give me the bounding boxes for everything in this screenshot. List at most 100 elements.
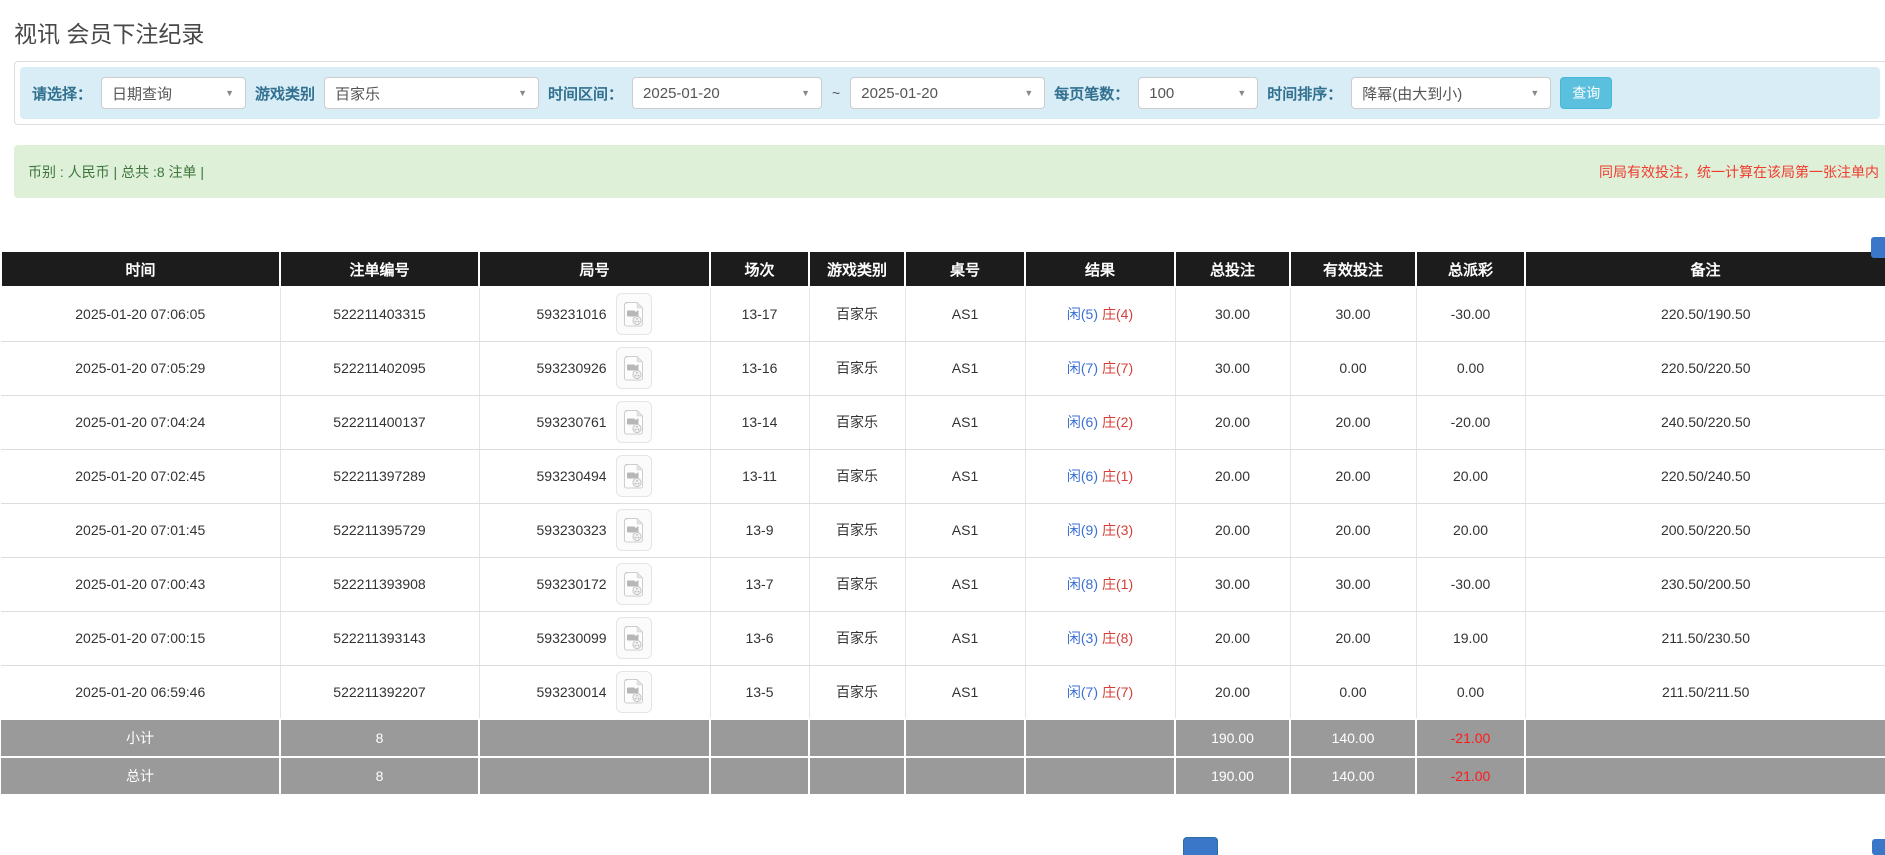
cell-total-bet[interactable]: 20.00 [1174, 395, 1291, 450]
time-sort-label: 时间排序： [1267, 85, 1343, 103]
round-number: 593230172 [536, 576, 607, 592]
date-from-value: 2025-01-20 [643, 84, 720, 102]
cell-round-number: 593230926 [478, 341, 711, 396]
cell-bet-number: 522211402095 [279, 341, 480, 396]
summary-empty [1524, 756, 1885, 796]
cell-total-bet[interactable]: 30.00 [1174, 341, 1291, 396]
chevron-down-icon[interactable]: ▼ [796, 83, 815, 104]
game-type-select[interactable]: 百家乐 ▼ [324, 77, 540, 109]
cell-total-bet[interactable]: 20.00 [1174, 503, 1291, 558]
summary-valid-bet: 140.00 [1289, 718, 1417, 758]
filter-bar: 请选择： 日期查询 ▼ 游戏类别 百家乐 ▼ 时间区间： 2025-01-20 … [20, 67, 1880, 119]
cell-result: 闲(6) 庄(2) [1024, 395, 1176, 450]
cell-time: 2025-01-20 07:00:43 [1, 557, 281, 612]
cell-session: 13-14 [709, 395, 810, 450]
cell-game-type: 百家乐 [808, 611, 906, 666]
cell-time: 2025-01-20 07:05:29 [1, 341, 281, 396]
cell-bet-number: 522211400137 [279, 395, 480, 450]
video-replay-button[interactable] [616, 455, 653, 497]
table-row: 2025-01-20 07:02:45 522211397289 5932304… [1, 449, 1885, 504]
cell-total-bet[interactable]: 20.00 [1174, 665, 1291, 720]
summary-empty [709, 718, 810, 758]
cell-valid-bet: 20.00 [1289, 503, 1417, 558]
date-range-label: 时间区间： [548, 85, 624, 103]
cell-round-number: 593230761 [478, 395, 711, 450]
result-banker: 庄(3) [1102, 522, 1134, 538]
chevron-down-icon[interactable]: ▼ [1019, 83, 1038, 104]
column-header: 游戏类别 [808, 250, 906, 288]
cell-valid-bet: 20.00 [1289, 395, 1417, 450]
cell-valid-bet: 20.00 [1289, 449, 1417, 504]
video-replay-button[interactable] [616, 293, 653, 336]
cell-total-bet[interactable]: 30.00 [1174, 557, 1291, 612]
page-size-select[interactable]: 100 ▼ [1138, 77, 1259, 109]
subtotal-row: 小计 8 190.00 140.00 -21.00 [1, 718, 1885, 758]
column-header: 时间 [0, 250, 281, 288]
cell-table-number: AS1 [904, 341, 1026, 396]
chevron-down-icon[interactable]: ▼ [1525, 83, 1544, 104]
cell-game-type: 百家乐 [808, 449, 906, 504]
cell-valid-bet: 30.00 [1289, 557, 1417, 612]
cell-time: 2025-01-20 07:04:24 [1, 395, 281, 450]
table-row: 2025-01-20 06:59:46 522211392207 5932300… [1, 665, 1885, 720]
cell-total-bet[interactable]: 20.00 [1174, 449, 1291, 504]
summary-payout: -21.00 [1415, 718, 1526, 758]
table-row: 2025-01-20 07:04:24 522211400137 5932307… [1, 395, 1885, 450]
video-replay-icon [624, 571, 644, 596]
summary-total-bet: 190.00 [1174, 718, 1291, 758]
video-replay-button[interactable] [616, 670, 653, 713]
page-size-value: 100 [1149, 84, 1175, 102]
result-player: 闲(7) [1066, 360, 1098, 376]
grand-total-row: 总计 8 190.00 140.00 -21.00 [1, 756, 1885, 796]
cell-round-number: 593230099 [478, 611, 711, 666]
filter-panel: 请选择： 日期查询 ▼ 游戏类别 百家乐 ▼ 时间区间： 2025-01-20 … [14, 61, 1885, 125]
video-replay-icon [624, 517, 644, 542]
cell-valid-bet: 30.00 [1289, 287, 1417, 342]
chevron-down-icon[interactable]: ▼ [513, 83, 532, 104]
summary-empty [904, 756, 1026, 796]
floating-action-button-clipped[interactable] [1872, 839, 1885, 855]
column-header: 有效投注 [1289, 250, 1417, 288]
summary-empty [1524, 718, 1885, 758]
date-from-input[interactable]: 2025-01-20 ▼ [632, 77, 823, 109]
search-button[interactable]: 查询 [1560, 77, 1613, 109]
round-number: 593230014 [536, 683, 607, 700]
cell-remark: 220.50/190.50 [1524, 287, 1885, 342]
video-replay-button[interactable] [616, 617, 653, 659]
video-replay-button[interactable] [616, 509, 653, 551]
cell-time: 2025-01-20 07:06:05 [1, 287, 281, 342]
cell-game-type: 百家乐 [808, 287, 906, 342]
cell-valid-bet: 0.00 [1289, 341, 1417, 396]
time-sort-select[interactable]: 降幂(由大到小) ▼ [1351, 77, 1552, 109]
result-player: 闲(8) [1066, 576, 1098, 592]
summary-label: 总计 [1, 756, 281, 796]
result-banker: 庄(1) [1102, 468, 1134, 484]
cell-session: 13-7 [709, 557, 810, 612]
cell-total-bet[interactable]: 30.00 [1174, 287, 1291, 342]
result-player: 闲(6) [1066, 414, 1098, 430]
cell-session: 13-16 [709, 341, 810, 396]
video-replay-button[interactable] [616, 563, 653, 605]
video-replay-button[interactable] [616, 401, 653, 443]
column-header: 局号 [478, 250, 711, 288]
summary-empty [478, 718, 711, 758]
video-replay-button[interactable] [616, 347, 653, 389]
summary-count: 8 [279, 756, 480, 796]
result-banker: 庄(8) [1102, 630, 1134, 646]
chevron-down-icon[interactable]: ▼ [1232, 83, 1251, 104]
cell-total-bet[interactable]: 20.00 [1174, 611, 1291, 666]
cell-remark: 220.50/220.50 [1524, 341, 1885, 396]
floating-action-button-clipped[interactable] [1871, 237, 1885, 258]
query-type-select[interactable]: 日期查询 ▼ [101, 77, 247, 109]
video-replay-icon [624, 355, 644, 380]
summary-empty [808, 756, 906, 796]
cell-bet-number: 522211393908 [279, 557, 480, 612]
chevron-down-icon[interactable]: ▼ [220, 83, 239, 104]
table-row: 2025-01-20 07:00:43 522211393908 5932301… [1, 557, 1885, 612]
cell-result: 闲(9) 庄(3) [1024, 503, 1176, 558]
cell-remark: 211.50/230.50 [1524, 611, 1885, 666]
column-header: 备注 [1524, 250, 1885, 288]
cell-bet-number: 522211403315 [279, 287, 480, 342]
date-to-input[interactable]: 2025-01-20 ▼ [850, 77, 1046, 109]
column-header: 桌号 [904, 250, 1026, 288]
